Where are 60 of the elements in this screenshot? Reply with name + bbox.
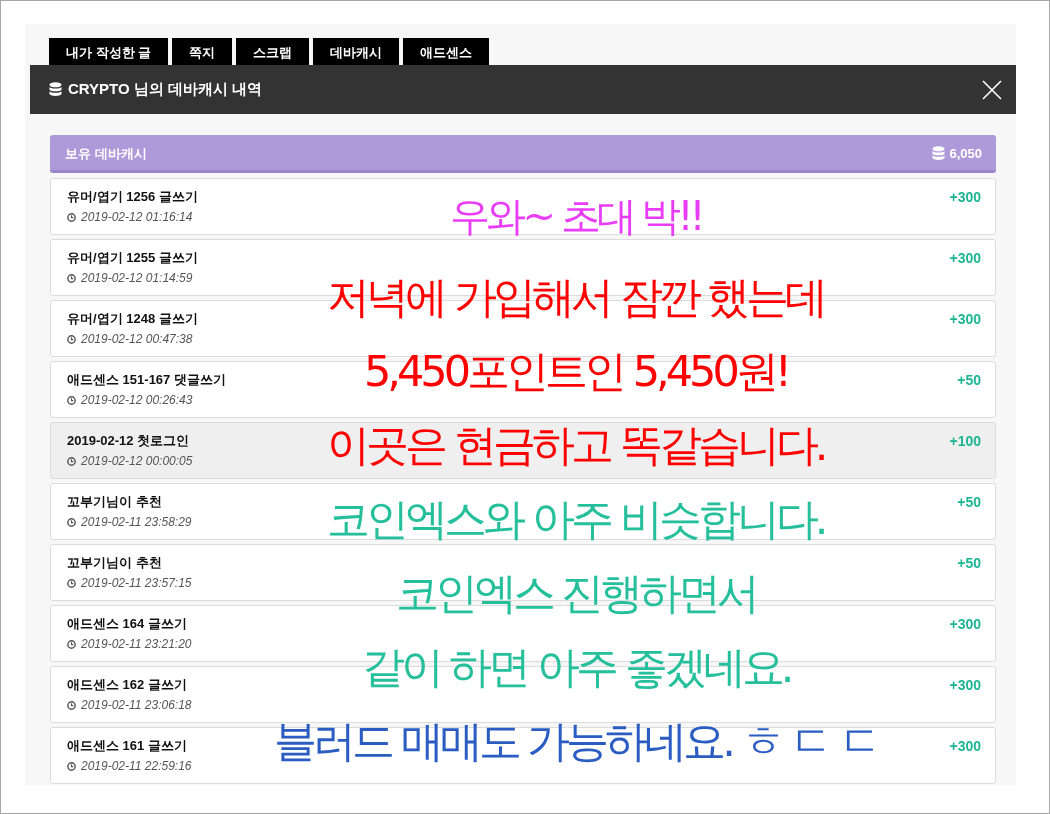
clock-icon: [67, 456, 76, 466]
entry-time: 2019-02-12 00:26:43: [81, 392, 193, 408]
entry-title: 2019-02-12 첫로그인: [67, 432, 191, 450]
entry-title: 애드센스 162 글쓰기: [67, 676, 188, 694]
entry-time: 2019-02-11 22:59:16: [81, 758, 192, 774]
entry-amount: +300: [949, 737, 981, 755]
entry-title: 꼬부기님이 추천: [67, 493, 163, 511]
tab[interactable]: 애드센스: [403, 38, 490, 65]
clock-icon: [67, 517, 76, 527]
entry-amount: +300: [949, 310, 981, 328]
entry-amount: +300: [949, 676, 981, 694]
clock-icon: [67, 212, 76, 222]
entry-time: 2019-02-11 23:21:20: [81, 636, 192, 652]
entry-amount: +300: [949, 249, 981, 267]
annotation-text: 이곳은 현금하고 똑같습니다.: [327, 421, 825, 469]
entry-title: 애드센스 164 글쓰기: [67, 615, 188, 633]
clock-icon: [67, 639, 76, 649]
entry-time: 2019-02-12 00:00:05: [81, 453, 193, 469]
annotation-text: 코인엑스와 아주 비슷합니다.: [327, 495, 825, 543]
tab[interactable]: 데바캐시: [313, 38, 400, 65]
clock-icon: [67, 395, 76, 405]
tab[interactable]: 내가 작성한 글: [49, 38, 169, 65]
clock-icon: [67, 578, 76, 588]
entry-time: 2019-02-11 23:58:29: [81, 514, 192, 530]
clock-icon: [67, 761, 76, 771]
entry-title: 유머/엽기 1255 글쓰기: [67, 249, 198, 267]
clock-icon: [67, 273, 76, 283]
entry-time: 2019-02-11 23:06:18: [81, 697, 192, 713]
annotation-text: 코인엑스 진행하면서: [395, 569, 757, 617]
entry-amount: +300: [949, 188, 981, 206]
entry-title: 꼬부기님이 추천: [67, 554, 163, 572]
coin-stack-icon: [932, 146, 946, 161]
entry-title: 유머/엽기 1248 글쓰기: [67, 310, 198, 328]
entry-time: 2019-02-12 01:14:59: [81, 270, 193, 286]
tab[interactable]: 스크랩: [236, 38, 310, 65]
entry-time: 2019-02-12 00:47:38: [81, 331, 193, 347]
close-button[interactable]: [982, 79, 1002, 100]
modal-title: CRYPTO 님의 데바캐시 내역: [68, 80, 263, 99]
balance-amount: 6,050: [949, 146, 982, 161]
close-icon: [982, 79, 1002, 100]
clock-icon: [67, 334, 76, 344]
entry-amount: +50: [957, 554, 981, 572]
annotation-text: 저녁에 가입해서 잠깐 했는데: [327, 273, 825, 321]
tab[interactable]: 쪽지: [172, 38, 233, 65]
entry-title: 유머/엽기 1256 글쓰기: [67, 188, 198, 206]
entry-title: 애드센스 151-167 댓글쓰기: [67, 371, 226, 389]
entry-amount: +50: [957, 493, 981, 511]
annotation-text: 블러드 매매도 가능하네요. ㅎ ㄷ ㄷ: [274, 717, 878, 765]
entry-time: 2019-02-12 01:16:14: [81, 209, 193, 225]
annotation-text: 같이 하면 아주 좋겠네요.: [361, 643, 791, 691]
annotation-text: 우와~ 초대 박!!: [450, 194, 702, 238]
entry-time: 2019-02-11 23:57:15: [81, 575, 192, 591]
entry-title: 애드센스 161 글쓰기: [67, 737, 188, 755]
coin-stack-icon: [49, 82, 62, 97]
entry-amount: +100: [949, 432, 981, 450]
entry-amount: +300: [949, 615, 981, 633]
balance-label: 보유 데바캐시: [65, 144, 147, 163]
clock-icon: [67, 700, 76, 710]
annotation-text: 5,450포인트인 5,450원!: [363, 347, 789, 395]
entry-amount: +50: [957, 371, 981, 389]
